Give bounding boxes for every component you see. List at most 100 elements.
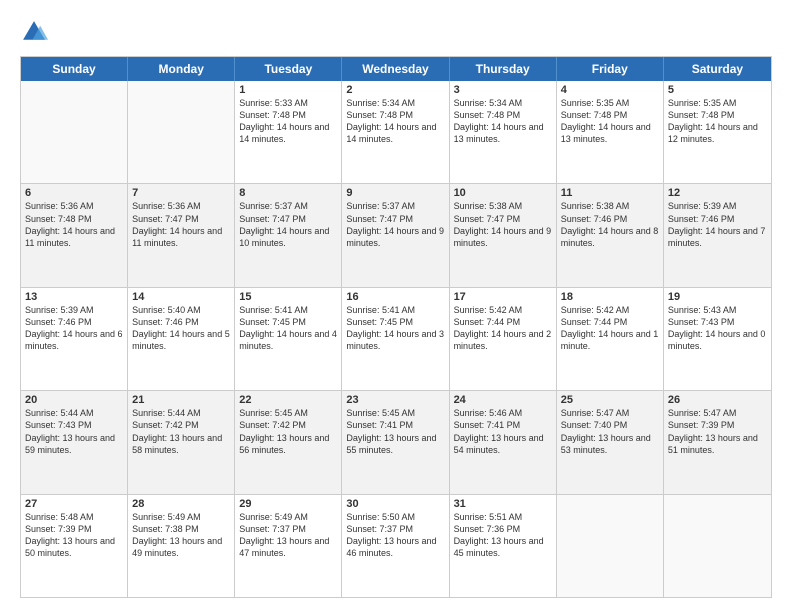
cal-cell: 14Sunrise: 5:40 AM Sunset: 7:46 PM Dayli… [128,288,235,390]
cell-info: Sunrise: 5:49 AM Sunset: 7:37 PM Dayligh… [239,511,337,560]
cal-cell: 9Sunrise: 5:37 AM Sunset: 7:47 PM Daylig… [342,184,449,286]
cal-cell: 12Sunrise: 5:39 AM Sunset: 7:46 PM Dayli… [664,184,771,286]
calendar-body: 1Sunrise: 5:33 AM Sunset: 7:48 PM Daylig… [21,81,771,597]
cal-cell: 31Sunrise: 5:51 AM Sunset: 7:36 PM Dayli… [450,495,557,597]
cell-info: Sunrise: 5:41 AM Sunset: 7:45 PM Dayligh… [239,304,337,353]
day-number: 17 [454,291,552,303]
day-number: 29 [239,498,337,510]
cell-info: Sunrise: 5:38 AM Sunset: 7:47 PM Dayligh… [454,200,552,249]
day-number: 23 [346,394,444,406]
day-number: 7 [132,187,230,199]
day-number: 19 [668,291,767,303]
cal-row-5: 27Sunrise: 5:48 AM Sunset: 7:39 PM Dayli… [21,494,771,597]
cell-info: Sunrise: 5:33 AM Sunset: 7:48 PM Dayligh… [239,97,337,146]
cal-cell: 23Sunrise: 5:45 AM Sunset: 7:41 PM Dayli… [342,391,449,493]
day-number: 1 [239,84,337,96]
cal-cell [557,495,664,597]
day-number: 28 [132,498,230,510]
day-number: 26 [668,394,767,406]
cal-cell: 19Sunrise: 5:43 AM Sunset: 7:43 PM Dayli… [664,288,771,390]
day-number: 27 [25,498,123,510]
cell-info: Sunrise: 5:34 AM Sunset: 7:48 PM Dayligh… [454,97,552,146]
cal-cell [128,81,235,183]
day-number: 9 [346,187,444,199]
cal-cell: 5Sunrise: 5:35 AM Sunset: 7:48 PM Daylig… [664,81,771,183]
cell-info: Sunrise: 5:45 AM Sunset: 7:41 PM Dayligh… [346,407,444,456]
cell-info: Sunrise: 5:35 AM Sunset: 7:48 PM Dayligh… [668,97,767,146]
cal-header-thursday: Thursday [450,57,557,81]
cal-row-4: 20Sunrise: 5:44 AM Sunset: 7:43 PM Dayli… [21,390,771,493]
cell-info: Sunrise: 5:48 AM Sunset: 7:39 PM Dayligh… [25,511,123,560]
cell-info: Sunrise: 5:36 AM Sunset: 7:47 PM Dayligh… [132,200,230,249]
cal-cell: 2Sunrise: 5:34 AM Sunset: 7:48 PM Daylig… [342,81,449,183]
cell-info: Sunrise: 5:37 AM Sunset: 7:47 PM Dayligh… [239,200,337,249]
cal-header-friday: Friday [557,57,664,81]
day-number: 18 [561,291,659,303]
cal-cell: 16Sunrise: 5:41 AM Sunset: 7:45 PM Dayli… [342,288,449,390]
day-number: 6 [25,187,123,199]
day-number: 4 [561,84,659,96]
day-number: 10 [454,187,552,199]
cal-cell: 29Sunrise: 5:49 AM Sunset: 7:37 PM Dayli… [235,495,342,597]
cal-header-saturday: Saturday [664,57,771,81]
logo-icon [20,18,48,46]
cal-row-2: 6Sunrise: 5:36 AM Sunset: 7:48 PM Daylig… [21,183,771,286]
day-number: 5 [668,84,767,96]
cal-row-3: 13Sunrise: 5:39 AM Sunset: 7:46 PM Dayli… [21,287,771,390]
day-number: 12 [668,187,767,199]
day-number: 24 [454,394,552,406]
cell-info: Sunrise: 5:49 AM Sunset: 7:38 PM Dayligh… [132,511,230,560]
cell-info: Sunrise: 5:36 AM Sunset: 7:48 PM Dayligh… [25,200,123,249]
day-number: 20 [25,394,123,406]
cell-info: Sunrise: 5:47 AM Sunset: 7:40 PM Dayligh… [561,407,659,456]
cal-cell: 27Sunrise: 5:48 AM Sunset: 7:39 PM Dayli… [21,495,128,597]
cal-cell: 25Sunrise: 5:47 AM Sunset: 7:40 PM Dayli… [557,391,664,493]
day-number: 22 [239,394,337,406]
cal-row-1: 1Sunrise: 5:33 AM Sunset: 7:48 PM Daylig… [21,81,771,183]
cal-header-tuesday: Tuesday [235,57,342,81]
cal-header-monday: Monday [128,57,235,81]
cell-info: Sunrise: 5:38 AM Sunset: 7:46 PM Dayligh… [561,200,659,249]
cal-cell: 26Sunrise: 5:47 AM Sunset: 7:39 PM Dayli… [664,391,771,493]
cell-info: Sunrise: 5:39 AM Sunset: 7:46 PM Dayligh… [668,200,767,249]
day-number: 21 [132,394,230,406]
calendar: SundayMondayTuesdayWednesdayThursdayFrid… [20,56,772,598]
calendar-header-row: SundayMondayTuesdayWednesdayThursdayFrid… [21,57,771,81]
page: SundayMondayTuesdayWednesdayThursdayFrid… [0,0,792,612]
cal-cell: 10Sunrise: 5:38 AM Sunset: 7:47 PM Dayli… [450,184,557,286]
cell-info: Sunrise: 5:47 AM Sunset: 7:39 PM Dayligh… [668,407,767,456]
cell-info: Sunrise: 5:42 AM Sunset: 7:44 PM Dayligh… [561,304,659,353]
cal-cell: 30Sunrise: 5:50 AM Sunset: 7:37 PM Dayli… [342,495,449,597]
cal-header-wednesday: Wednesday [342,57,449,81]
cell-info: Sunrise: 5:44 AM Sunset: 7:42 PM Dayligh… [132,407,230,456]
day-number: 16 [346,291,444,303]
cell-info: Sunrise: 5:37 AM Sunset: 7:47 PM Dayligh… [346,200,444,249]
header [20,18,772,46]
cell-info: Sunrise: 5:50 AM Sunset: 7:37 PM Dayligh… [346,511,444,560]
day-number: 8 [239,187,337,199]
cal-cell: 11Sunrise: 5:38 AM Sunset: 7:46 PM Dayli… [557,184,664,286]
cal-cell [21,81,128,183]
cal-cell: 15Sunrise: 5:41 AM Sunset: 7:45 PM Dayli… [235,288,342,390]
cal-cell: 28Sunrise: 5:49 AM Sunset: 7:38 PM Dayli… [128,495,235,597]
cal-cell: 22Sunrise: 5:45 AM Sunset: 7:42 PM Dayli… [235,391,342,493]
cell-info: Sunrise: 5:46 AM Sunset: 7:41 PM Dayligh… [454,407,552,456]
cal-cell: 24Sunrise: 5:46 AM Sunset: 7:41 PM Dayli… [450,391,557,493]
cell-info: Sunrise: 5:43 AM Sunset: 7:43 PM Dayligh… [668,304,767,353]
cell-info: Sunrise: 5:40 AM Sunset: 7:46 PM Dayligh… [132,304,230,353]
day-number: 11 [561,187,659,199]
cal-cell: 21Sunrise: 5:44 AM Sunset: 7:42 PM Dayli… [128,391,235,493]
day-number: 30 [346,498,444,510]
cell-info: Sunrise: 5:44 AM Sunset: 7:43 PM Dayligh… [25,407,123,456]
logo [20,18,52,46]
cal-cell: 1Sunrise: 5:33 AM Sunset: 7:48 PM Daylig… [235,81,342,183]
cal-cell: 4Sunrise: 5:35 AM Sunset: 7:48 PM Daylig… [557,81,664,183]
cell-info: Sunrise: 5:34 AM Sunset: 7:48 PM Dayligh… [346,97,444,146]
cal-header-sunday: Sunday [21,57,128,81]
cal-cell: 3Sunrise: 5:34 AM Sunset: 7:48 PM Daylig… [450,81,557,183]
cal-cell: 18Sunrise: 5:42 AM Sunset: 7:44 PM Dayli… [557,288,664,390]
day-number: 15 [239,291,337,303]
cell-info: Sunrise: 5:51 AM Sunset: 7:36 PM Dayligh… [454,511,552,560]
cal-cell: 6Sunrise: 5:36 AM Sunset: 7:48 PM Daylig… [21,184,128,286]
day-number: 13 [25,291,123,303]
